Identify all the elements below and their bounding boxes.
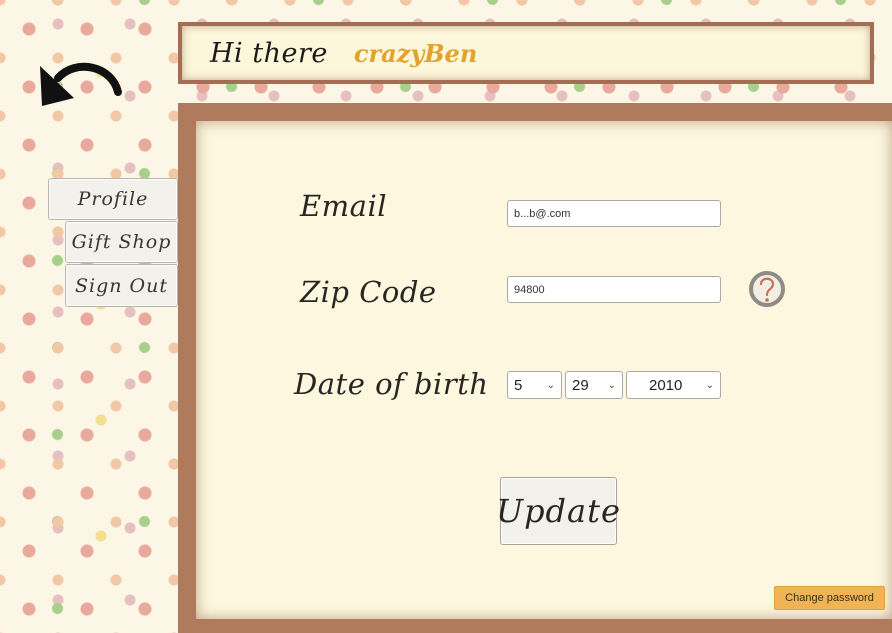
date-of-birth-label: Date of birth xyxy=(294,367,489,401)
chevron-down-icon: ⌄ xyxy=(607,379,616,391)
birth-day-value: 29 xyxy=(572,376,589,394)
email-field[interactable] xyxy=(507,200,721,227)
username-text: crazyBen xyxy=(353,38,478,68)
zip-code-label: Zip Code xyxy=(300,275,437,309)
nav-profile-button[interactable]: Profile xyxy=(48,178,178,220)
main-frame: Email Zip Code Date of birth 5 ⌄ 29 ⌄ 20… xyxy=(178,103,892,633)
chevron-down-icon: ⌄ xyxy=(705,379,714,391)
birth-year-value: 2010 xyxy=(649,376,683,394)
nav-sign-out-button[interactable]: Sign Out xyxy=(65,264,178,307)
profile-form-panel: Email Zip Code Date of birth 5 ⌄ 29 ⌄ 20… xyxy=(196,121,892,619)
birth-year-select[interactable]: 2010 ⌄ xyxy=(626,371,721,399)
header-panel: Hi there crazyBen xyxy=(182,26,870,80)
change-password-button[interactable]: Change password xyxy=(774,586,885,610)
email-label: Email xyxy=(300,189,388,223)
birth-month-select[interactable]: 5 ⌄ xyxy=(507,371,562,399)
back-arrow-icon[interactable] xyxy=(36,58,126,114)
update-button[interactable]: Update xyxy=(496,477,620,545)
header-bar: Hi there crazyBen xyxy=(178,22,874,84)
question-help-icon[interactable] xyxy=(748,267,786,311)
chevron-down-icon: ⌄ xyxy=(546,379,555,391)
birth-day-select[interactable]: 29 ⌄ xyxy=(565,371,623,399)
birth-month-value: 5 xyxy=(514,376,523,394)
nav-gift-shop-button[interactable]: Gift Shop xyxy=(65,221,178,263)
zip-code-field[interactable] xyxy=(507,276,721,303)
greeting-text: Hi there xyxy=(210,37,328,69)
